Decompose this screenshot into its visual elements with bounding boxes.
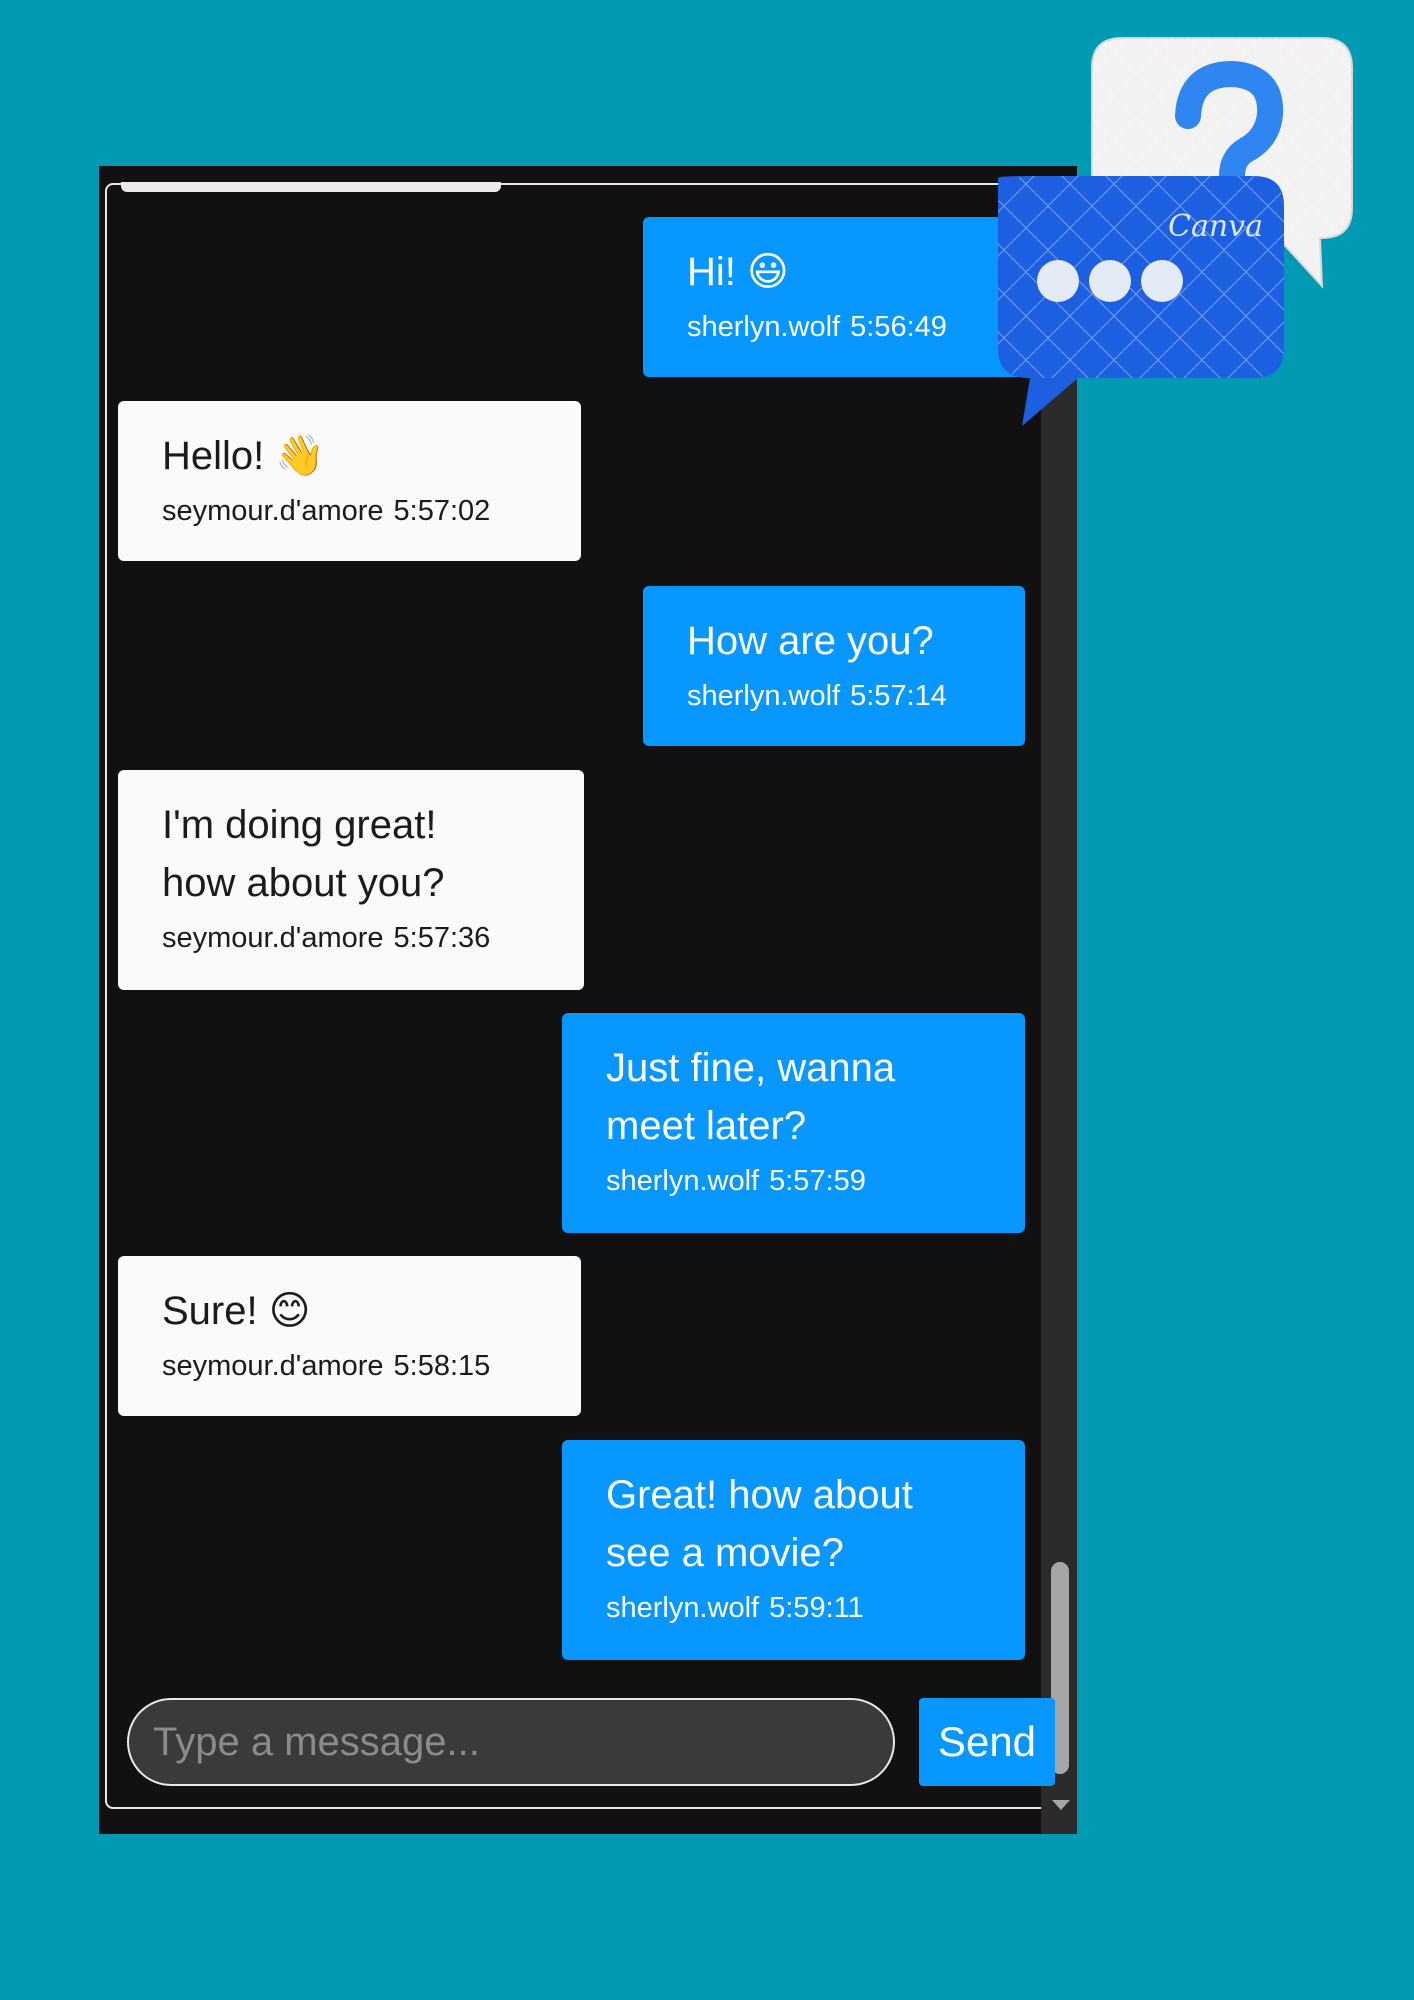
message-sender: seymour.d'amore xyxy=(162,495,384,527)
message-text: Sure! 😊 xyxy=(162,1289,311,1333)
message-time: 5:59:11 xyxy=(769,1592,864,1624)
message-composer: Send xyxy=(99,1670,1077,1834)
send-button[interactable]: Send xyxy=(919,1698,1055,1786)
message-meta: seymour.d'amore 5:57:36 xyxy=(162,918,542,958)
message-meta: seymour.d'amore 5:58:15 xyxy=(162,1346,539,1386)
message-time: 5:57:59 xyxy=(769,1165,866,1197)
message-time: 5:56:49 xyxy=(850,311,947,343)
message-bubble-incoming: I'm doing great! how about you? seymour.… xyxy=(118,770,584,990)
message-sender: sherlyn.wolf xyxy=(687,680,841,712)
message-text: Great! how about see a movie? xyxy=(606,1473,913,1575)
message-time: 5:57:02 xyxy=(393,495,491,527)
message-bubble-outgoing: How are you? sherlyn.wolf 5:57:14 xyxy=(643,586,1025,746)
message-text: Hello! 👋 xyxy=(162,434,326,478)
typing-dots-icon xyxy=(1037,260,1183,302)
chat-sticker: Canva xyxy=(998,37,1353,426)
message-list[interactable]: Hi! 😃 sherlyn.wolf 5:56:49 Hello! 👋 seymo… xyxy=(99,166,1041,1670)
message-text: I'm doing great! how about you? xyxy=(162,803,445,905)
message-meta: sherlyn.wolf 5:57:59 xyxy=(606,1161,983,1201)
message-meta: seymour.d'amore 5:57:02 xyxy=(162,491,539,531)
message-bubble-incoming: Sure! 😊 seymour.d'amore 5:58:15 xyxy=(118,1256,581,1416)
message-list-scrollbar[interactable] xyxy=(1041,342,1077,1834)
message-text: How are you? xyxy=(687,619,934,663)
message-bubble-outgoing: Great! how about see a movie? sherlyn.wo… xyxy=(562,1440,1025,1660)
message-meta: sherlyn.wolf 5:56:49 xyxy=(687,307,999,347)
message-sender: seymour.d'amore xyxy=(162,1350,384,1382)
message-text: Hi! 😃 xyxy=(687,250,789,294)
message-bubble-outgoing: Just fine, wanna meet later? sherlyn.wol… xyxy=(562,1013,1025,1233)
message-sender: sherlyn.wolf xyxy=(687,311,841,343)
message-sender: sherlyn.wolf xyxy=(606,1592,760,1624)
message-meta: sherlyn.wolf 5:57:14 xyxy=(687,676,983,716)
message-time: 5:57:36 xyxy=(393,922,491,954)
canva-watermark: Canva xyxy=(1168,209,1263,244)
message-input[interactable] xyxy=(127,1698,895,1786)
message-sender: sherlyn.wolf xyxy=(606,1165,760,1197)
message-text: Just fine, wanna meet later? xyxy=(606,1046,896,1148)
message-meta: sherlyn.wolf 5:59:11 xyxy=(606,1588,983,1628)
chat-window: Hi! 😃 sherlyn.wolf 5:56:49 Hello! 👋 seymo… xyxy=(99,166,1077,1834)
message-time: 5:57:14 xyxy=(850,680,947,712)
message-time: 5:58:15 xyxy=(393,1350,491,1382)
message-sender: seymour.d'amore xyxy=(162,922,384,954)
message-bubble-incoming: Hello! 👋 seymour.d'amore 5:57:02 xyxy=(118,401,581,561)
